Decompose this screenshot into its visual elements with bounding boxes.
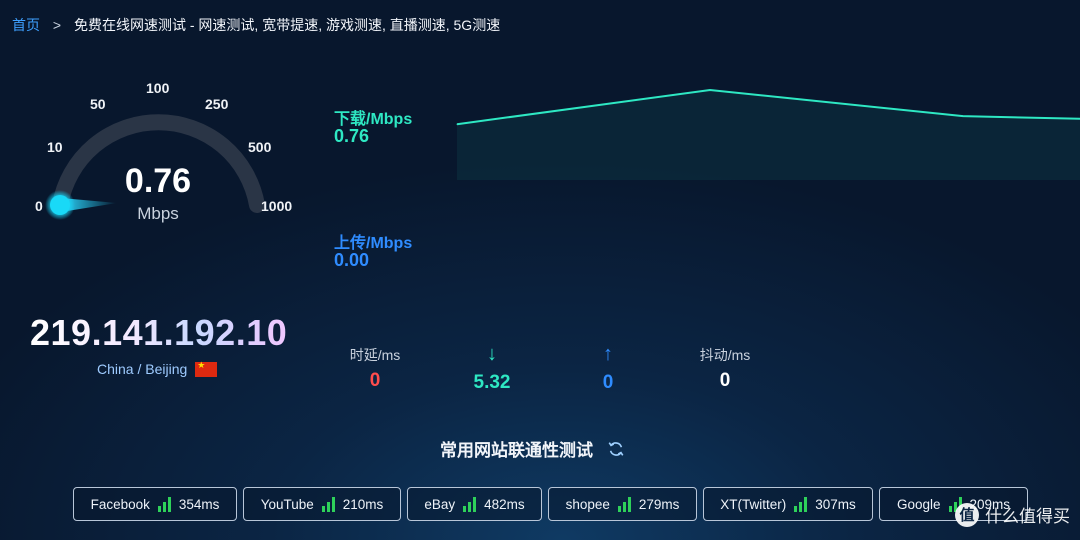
refresh-icon[interactable] xyxy=(607,440,625,458)
site-latency: 482ms xyxy=(484,496,525,512)
upload-stat-value: 0 xyxy=(602,372,614,393)
site-name: Facebook xyxy=(90,496,150,512)
site-chip-youtube[interactable]: YouTube 210ms xyxy=(243,487,401,521)
site-latency: 354ms xyxy=(178,496,220,512)
gauge-tick-10: 10 xyxy=(47,139,63,155)
china-flag-icon xyxy=(195,360,218,377)
watermark-text: 什么值得买 xyxy=(985,507,1070,526)
gauge-tick-100: 100 xyxy=(146,80,170,96)
watermark-logo-icon: 值 xyxy=(955,502,979,527)
site-name: XT(Twitter) xyxy=(720,496,787,512)
site-name: YouTube xyxy=(260,496,314,512)
gauge-tick-500: 500 xyxy=(248,139,272,155)
page-title: 免费在线网速测试 - 网速测试, 宽带提速, 游戏测速, 直播测速, 5G测速 xyxy=(73,17,501,33)
site-chip-facebook[interactable]: Facebook 354ms xyxy=(73,487,237,521)
download-value: 0.76 xyxy=(334,126,370,146)
gauge-tick-1000: 1000 xyxy=(261,198,293,214)
breadcrumb: 首页 > 免费在线网速测试 - 网速测试, 宽带提速, 游戏测速, 直播测速, … xyxy=(12,15,500,35)
watermark: 值 什么值得买 xyxy=(955,502,1070,527)
latency-value: 0 xyxy=(369,370,381,391)
current-speed-value: 0.76 xyxy=(124,162,192,200)
site-name: eBay xyxy=(424,496,456,512)
download-stat-value: 5.32 xyxy=(473,372,511,393)
signal-bars-icon xyxy=(157,496,171,512)
ip-location: China / Beijing xyxy=(97,360,218,377)
gauge-tick-0: 0 xyxy=(35,198,43,214)
jitter-label: 抖动/ms xyxy=(699,347,751,363)
ip-location-text: China / Beijing xyxy=(97,361,188,377)
jitter-value: 0 xyxy=(719,370,731,391)
download-series-point-2 xyxy=(962,115,964,117)
download-series-point-0 xyxy=(456,123,458,125)
signal-bars-icon xyxy=(321,496,335,512)
current-speed-unit: Mbps xyxy=(137,204,179,223)
site-latency: 210ms xyxy=(342,496,384,512)
speed-line-chart xyxy=(456,88,1080,180)
gauge-tick-50: 50 xyxy=(90,96,106,112)
site-chip-ebay[interactable]: eBay 482ms xyxy=(407,487,542,521)
download-series-area xyxy=(457,90,1080,180)
latency-label: 时延/ms xyxy=(349,347,401,363)
gauge-tick-250: 250 xyxy=(205,96,229,112)
site-name: Google xyxy=(896,496,941,512)
upload-value: 0.00 xyxy=(334,250,370,270)
site-chip-shopee[interactable]: shopee 279ms xyxy=(548,487,697,521)
ip-address: 219.141.192.10 xyxy=(30,312,288,353)
site-connectivity-title: 常用网站联通性测试 xyxy=(440,436,625,461)
signal-bars-icon xyxy=(463,496,477,512)
download-series-point-1 xyxy=(709,89,711,91)
breadcrumb-separator: > xyxy=(52,17,62,33)
breadcrumb-home-link[interactable]: 首页 xyxy=(12,17,40,33)
signal-bars-icon xyxy=(794,496,808,512)
site-connectivity-title-text: 常用网站联通性测试 xyxy=(440,441,593,460)
signal-bars-icon xyxy=(617,496,631,512)
gauge-needle-knob xyxy=(50,195,70,215)
download-arrow-icon: ↓ xyxy=(487,343,497,365)
site-latency: 279ms xyxy=(638,496,680,512)
site-latency: 307ms xyxy=(815,496,856,512)
site-name: shopee xyxy=(565,496,610,512)
upload-arrow-icon: ↑ xyxy=(603,343,613,365)
site-chip-twitter[interactable]: XT(Twitter) 307ms xyxy=(703,487,873,521)
